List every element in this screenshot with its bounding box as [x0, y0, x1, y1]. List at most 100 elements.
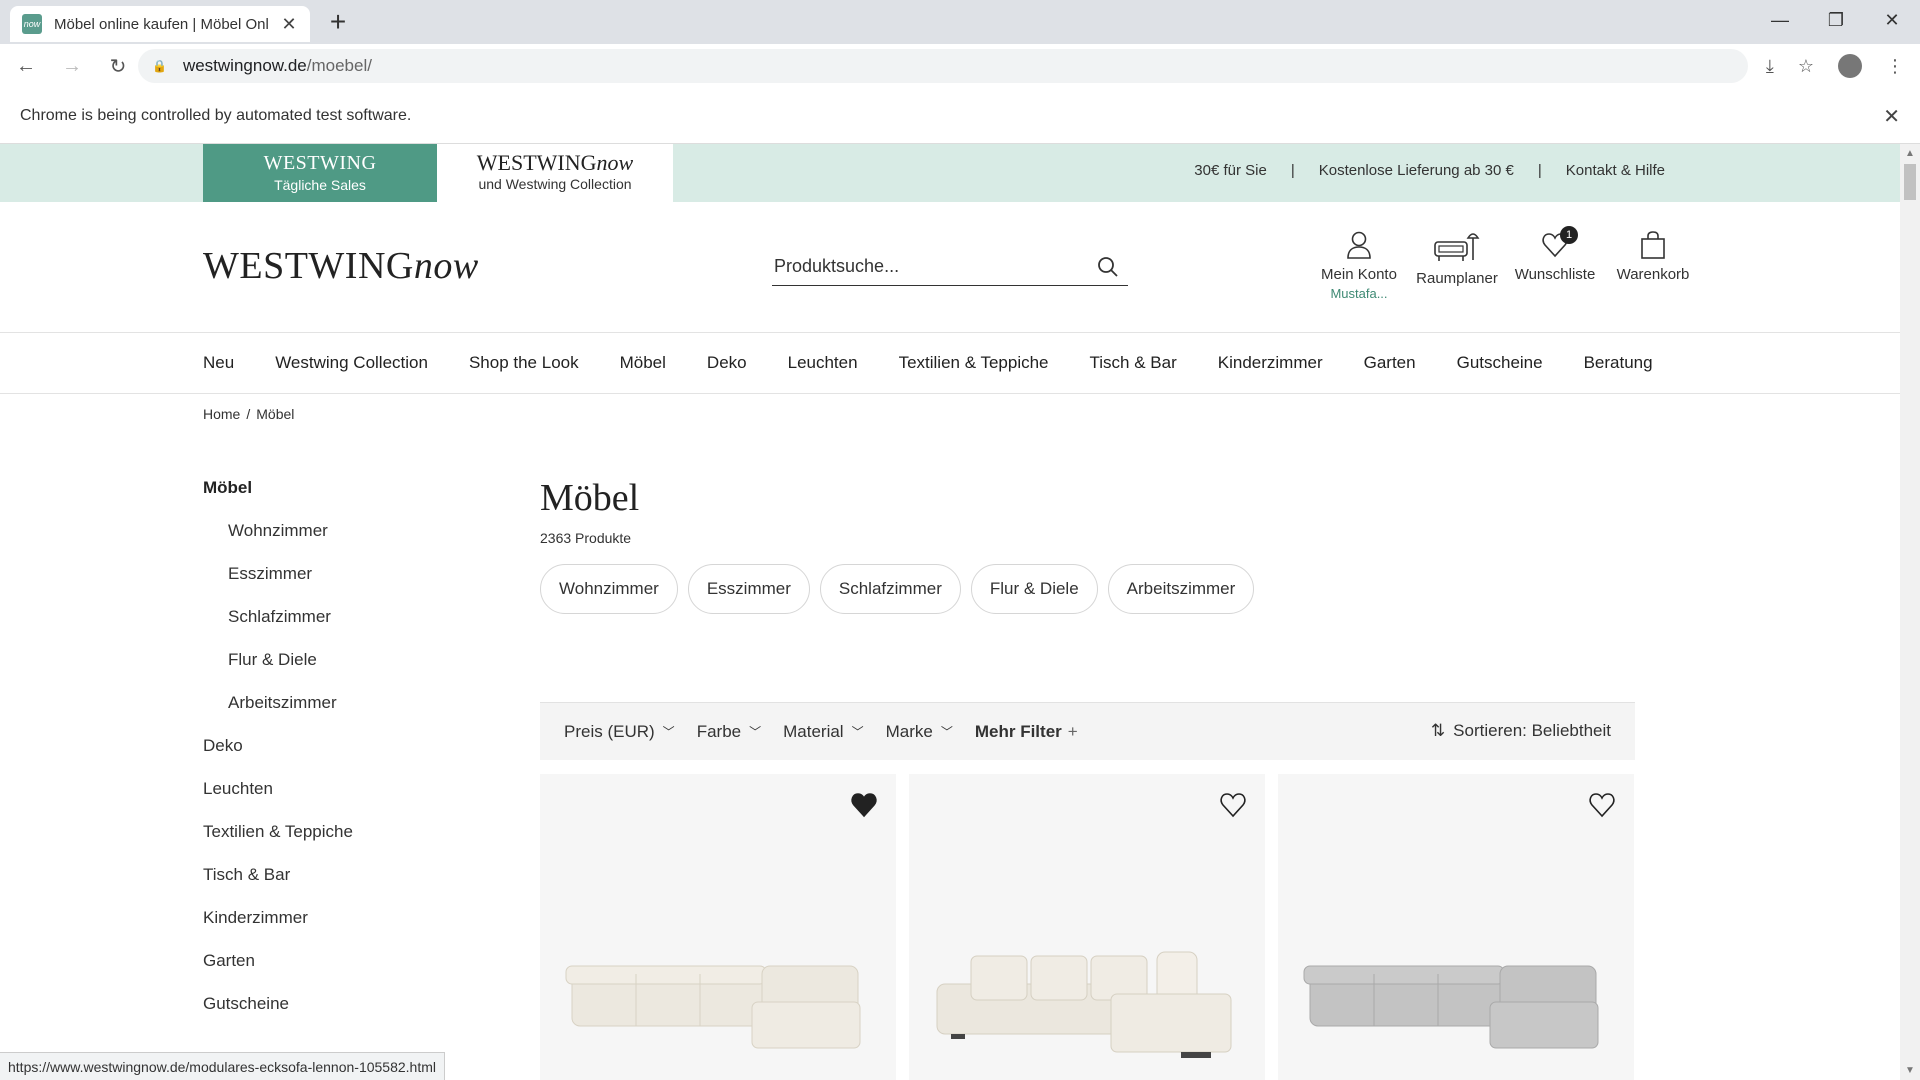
browser-tab[interactable]: now Möbel online kaufen | Möbel Onl ✕ — [10, 6, 310, 42]
address-bar[interactable]: 🔒 westwingnow.de/moebel/ — [138, 49, 1748, 83]
sidebar-item-tisch-bar[interactable]: Tisch & Bar — [203, 863, 503, 906]
product-grid — [540, 774, 1647, 1080]
heart-filled-icon[interactable] — [850, 792, 878, 818]
account-button[interactable]: Mein Konto Mustafa... — [1310, 230, 1408, 301]
heart-outline-icon[interactable] — [1588, 792, 1616, 818]
delivery-link[interactable]: Kostenlose Lieferung ab 30 € — [1319, 162, 1514, 179]
filter-color[interactable]: Farbe ﹀ — [697, 722, 761, 742]
product-card[interactable] — [1278, 774, 1634, 1080]
cart-label: Warenkorb — [1616, 266, 1690, 283]
offer-link[interactable]: 30€ für Sie — [1194, 162, 1267, 179]
nav-item-leuchten[interactable]: Leuchten — [788, 353, 858, 373]
nav-item-garten[interactable]: Garten — [1364, 353, 1416, 373]
scroll-up-icon[interactable]: ▲ — [1905, 148, 1915, 159]
sidebar-item-arbeitszimmer[interactable]: Arbeitszimmer — [203, 691, 503, 734]
url-path: /moebel/ — [306, 56, 372, 75]
nav-item-neu[interactable]: Neu — [203, 353, 234, 373]
product-card[interactable] — [540, 774, 896, 1080]
sidebar-item-kinderzimmer[interactable]: Kinderzimmer — [203, 906, 503, 949]
nav-item-tisch-bar[interactable]: Tisch & Bar — [1090, 353, 1177, 373]
separator: | — [1290, 162, 1295, 179]
nav-item-westwing-collection[interactable]: Westwing Collection — [275, 353, 428, 373]
scroll-down-icon[interactable]: ▼ — [1905, 1065, 1915, 1076]
scrollbar-thumb[interactable] — [1904, 164, 1916, 200]
sidebar-item-flur-diele[interactable]: Flur & Diele — [203, 648, 503, 691]
automation-infobar: Chrome is being controlled by automated … — [0, 88, 1920, 144]
back-icon[interactable]: ← — [6, 46, 46, 86]
minimize-icon[interactable]: — — [1752, 0, 1808, 40]
product-image-sofa — [565, 965, 861, 1049]
search-box — [772, 248, 1128, 286]
sidebar-item-schlafzimmer[interactable]: Schlafzimmer — [203, 605, 503, 648]
chip-flur-diele[interactable]: Flur & Diele — [970, 564, 1098, 614]
nav-item-beratung[interactable]: Beratung — [1584, 353, 1653, 373]
search-input[interactable] — [772, 256, 1096, 277]
filter-brand[interactable]: Marke ﹀ — [886, 722, 953, 742]
room-planner-button[interactable]: Raumplaner — [1408, 230, 1506, 301]
header-actions: Mein Konto Mustafa... Raumplaner 1 Wunsc… — [1310, 226, 1702, 301]
sidebar-item-moebel[interactable]: Möbel — [203, 476, 503, 519]
nav-item-deko[interactable]: Deko — [707, 353, 747, 373]
favicon-icon: now — [22, 14, 42, 34]
sidebar-item-deko[interactable]: Deko — [203, 734, 503, 777]
shopping-bag-icon — [1641, 231, 1665, 259]
westwing-daily-tab[interactable]: WESTWING Tägliche Sales — [203, 144, 437, 202]
window-controls: — ❐ ✕ — [1752, 0, 1920, 40]
now-sub: und Westwing Collection — [478, 176, 632, 192]
infobar-close-icon[interactable]: ✕ — [1883, 104, 1900, 129]
heart-outline-icon[interactable] — [1219, 792, 1247, 818]
close-window-icon[interactable]: ✕ — [1864, 0, 1920, 40]
sidebar-item-wohnzimmer[interactable]: Wohnzimmer — [203, 519, 503, 562]
breadcrumb: Home / Möbel — [203, 406, 294, 422]
filter-price[interactable]: Preis (EUR) ﹀ — [564, 722, 675, 742]
sort-dropdown[interactable]: ⇅ Sortieren: Beliebtheit — [1431, 721, 1611, 741]
sidebar-item-gutscheine[interactable]: Gutscheine — [203, 992, 503, 1035]
product-image-sofa — [936, 951, 1232, 1058]
filter-material[interactable]: Material ﹀ — [783, 722, 863, 742]
contact-link[interactable]: Kontakt & Hilfe — [1566, 162, 1665, 179]
new-tab-button[interactable]: + — [324, 8, 352, 36]
daily-sub: Tägliche Sales — [274, 177, 366, 193]
category-sidebar: Möbel Wohnzimmer Esszimmer Schlafzimmer … — [203, 476, 503, 1035]
bookmark-star-icon[interactable]: ☆ — [1798, 56, 1814, 77]
cart-button[interactable]: Warenkorb — [1604, 230, 1702, 301]
nav-item-kinderzimmer[interactable]: Kinderzimmer — [1218, 353, 1323, 373]
breadcrumb-current: Möbel — [256, 406, 295, 422]
page-title: Möbel — [540, 477, 640, 519]
nav-item-gutscheine[interactable]: Gutscheine — [1457, 353, 1543, 373]
tab-close-icon[interactable]: ✕ — [280, 14, 298, 35]
product-image-sofa — [1303, 965, 1599, 1049]
profile-avatar[interactable] — [1838, 54, 1862, 78]
nav-item-textilien[interactable]: Textilien & Teppiche — [899, 353, 1049, 373]
browser-menu-icon[interactable]: ⋮ — [1886, 56, 1904, 77]
install-icon[interactable]: ⤓ — [1766, 56, 1774, 77]
chip-arbeitszimmer[interactable]: Arbeitszimmer — [1107, 564, 1255, 614]
chip-esszimmer[interactable]: Esszimmer — [687, 564, 810, 614]
reload-icon[interactable]: ↻ — [98, 46, 138, 86]
page-scrollbar[interactable]: ▲ ▼ — [1900, 144, 1920, 1080]
nav-item-shop-the-look[interactable]: Shop the Look — [469, 353, 579, 373]
room-planner-icon — [1434, 233, 1480, 261]
page-viewport: WESTWING Tägliche Sales WESTWINGnow und … — [0, 144, 1900, 1080]
forward-icon[interactable]: → — [52, 46, 92, 86]
sidebar-item-garten[interactable]: Garten — [203, 949, 503, 992]
site-logo[interactable]: WESTWINGnow — [203, 244, 479, 288]
sidebar-item-textilien[interactable]: Textilien & Teppiche — [203, 820, 503, 863]
browser-toolbar: ← → ↻ 🔒 westwingnow.de/moebel/ ⤓ ☆ ⋮ — [0, 44, 1920, 88]
chip-wohnzimmer[interactable]: Wohnzimmer — [540, 564, 678, 614]
sidebar-item-esszimmer[interactable]: Esszimmer — [203, 562, 503, 605]
restore-icon[interactable]: ❐ — [1808, 0, 1864, 40]
search-icon[interactable] — [1096, 255, 1120, 279]
breadcrumb-home[interactable]: Home — [203, 406, 240, 422]
wishlist-button[interactable]: 1 Wunschliste — [1506, 226, 1604, 301]
chip-schlafzimmer[interactable]: Schlafzimmer — [819, 564, 961, 614]
nav-item-moebel[interactable]: Möbel — [620, 353, 666, 373]
westwing-now-tab[interactable]: WESTWINGnow und Westwing Collection — [437, 144, 673, 202]
product-card[interactable] — [909, 774, 1265, 1080]
more-filters-button[interactable]: Mehr Filter + — [975, 722, 1078, 742]
breadcrumb-separator: / — [246, 406, 251, 422]
site-header: WESTWINGnow Mein Konto Mustafa... Raumpl… — [0, 202, 1900, 332]
filter-bar: Preis (EUR) ﹀ Farbe ﹀ Material ﹀ Marke ﹀ Meh… — [540, 702, 1635, 760]
sidebar-item-leuchten[interactable]: Leuchten — [203, 777, 503, 820]
sort-icon: ⇅ — [1430, 721, 1446, 740]
